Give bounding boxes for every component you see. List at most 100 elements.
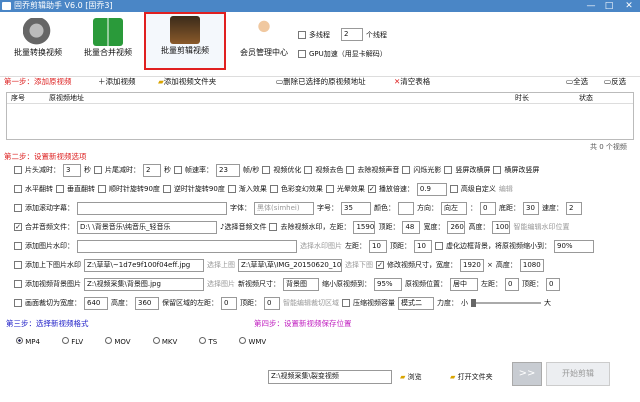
background-image-input[interactable]: Z:\视频采集\背景图.jpg (84, 277, 204, 291)
rotate-ccw-checkbox[interactable] (162, 185, 171, 193)
background-image-checkbox[interactable] (14, 280, 22, 288)
format-mp4-radio[interactable] (16, 337, 23, 344)
fade-in-checkbox[interactable] (227, 185, 236, 193)
add-folder-button[interactable]: ▰添加视频文件夹 (158, 77, 216, 87)
format-flv[interactable]: FLV (61, 337, 83, 346)
position-select[interactable]: 居中 (450, 277, 478, 291)
bg-left-input[interactable]: 0 (505, 277, 519, 291)
edit-button[interactable]: 编辑 (499, 184, 513, 194)
img-wm-left-input[interactable]: 10 (369, 239, 387, 253)
vflip-checkbox[interactable] (56, 185, 64, 193)
format-mp4[interactable]: MP4 (16, 337, 40, 346)
blur-scale-select[interactable]: 90% (554, 239, 594, 253)
vertical-to-horizontal-checkbox[interactable] (444, 166, 453, 174)
start-edit-button[interactable]: 开始剪辑 (546, 362, 610, 386)
framerate-input[interactable]: 23 (216, 163, 240, 177)
wm-left-input[interactable]: 1590 (353, 220, 376, 234)
bottom-input[interactable]: 30 (523, 201, 539, 215)
format-mkv-radio[interactable] (152, 337, 160, 344)
image-watermark-checkbox[interactable] (14, 242, 22, 250)
shrink-select[interactable]: 95% (374, 277, 402, 291)
framerate-checkbox[interactable] (174, 166, 182, 174)
wm-width-input[interactable]: 260 (447, 220, 466, 234)
horizontal-to-vertical-checkbox[interactable] (493, 166, 502, 174)
advanced-custom-checkbox[interactable] (449, 185, 458, 193)
decolor-checkbox[interactable] (304, 166, 313, 174)
compress-mode-select[interactable]: 模式二 (398, 296, 434, 310)
strength-slider[interactable] (471, 299, 541, 307)
resize-checkbox[interactable] (376, 261, 384, 269)
format-ts-radio[interactable] (199, 337, 207, 344)
flicker-checkbox[interactable] (402, 166, 411, 174)
optimize-checkbox[interactable] (262, 166, 271, 174)
gpu-option[interactable]: GPU加速（用显卡解码） (298, 49, 387, 59)
add-video-button[interactable]: ＋添加视频 (98, 77, 136, 87)
format-mkv[interactable]: MKV (152, 337, 177, 346)
batch-convert-button[interactable]: 批量转换视频 (2, 16, 74, 70)
maximize-button[interactable]: □ (600, 0, 618, 12)
select-all-button[interactable]: ▭全选 (566, 77, 588, 87)
audio-path-input[interactable]: D:\ \背景音乐\纯音乐_轻音乐 (77, 220, 217, 234)
format-flv-radio[interactable] (61, 337, 69, 344)
offset-input[interactable]: 0 (480, 201, 496, 215)
choose-bottom-button[interactable]: 选择下图 (345, 260, 373, 270)
batch-merge-button[interactable]: 批量合并视频 (72, 16, 144, 70)
speed-checkbox[interactable] (367, 185, 376, 193)
speed-select[interactable]: 0.9 (416, 182, 447, 196)
remove-watermark-checkbox[interactable] (269, 223, 278, 231)
top-image-input[interactable]: Z:\草草\~1d7e9f100f04eff.jpg (84, 258, 204, 272)
choose-watermark-button[interactable]: 选择水印图片 (300, 241, 342, 251)
wm-height-input[interactable]: 100 (492, 220, 511, 234)
invert-selection-button[interactable]: ▭反选 (604, 77, 626, 87)
choose-top-button[interactable]: 选择上图 (207, 260, 235, 270)
video-table[interactable]: 序号 原视频地址 时长 状态 (6, 92, 634, 140)
format-mov[interactable]: MOV (105, 337, 131, 346)
subtitle-input[interactable] (77, 201, 227, 215)
batch-edit-button[interactable]: 批量剪辑视频 (144, 12, 226, 70)
slider-thumb[interactable] (471, 299, 476, 307)
crop-width-input[interactable]: 640 (84, 296, 108, 310)
multithread-option[interactable]: 多线程 2 个线程 (298, 28, 387, 41)
format-wmv-radio[interactable] (239, 337, 247, 344)
img-wm-top-input[interactable]: 10 (414, 239, 432, 253)
minimize-button[interactable]: — (582, 0, 600, 12)
subtitle-checkbox[interactable] (14, 204, 22, 212)
keep-left-input[interactable]: 0 (221, 296, 237, 310)
image-watermark-input[interactable] (77, 239, 297, 253)
close-button[interactable]: ✕ (620, 0, 638, 12)
member-center-button[interactable]: 会员管理中心 (228, 16, 300, 70)
gpu-checkbox[interactable] (298, 50, 306, 58)
resize-height-input[interactable]: 1080 (519, 258, 544, 272)
choose-background-button[interactable]: 选择图片 (207, 279, 235, 289)
compress-checkbox[interactable] (342, 299, 350, 307)
cut-tail-input[interactable]: 2 (143, 163, 161, 177)
blur-border-checkbox[interactable] (435, 242, 443, 250)
bottom-image-input[interactable]: Z:\草草\草\IMG_20150620_104 (238, 258, 342, 272)
smart-watermark-button[interactable]: 智能编辑水印位置 (513, 222, 569, 232)
remove-selected-button[interactable]: ▭删除已选择的原视频地址 (276, 77, 366, 87)
format-mov-radio[interactable] (105, 337, 113, 344)
rotate-cw-checkbox[interactable] (98, 185, 106, 193)
multithread-checkbox[interactable] (298, 30, 306, 39)
topbottom-image-checkbox[interactable] (14, 261, 22, 269)
keep-top-input[interactable]: 0 (264, 296, 280, 310)
font-select[interactable]: 黑体(simhei) (254, 201, 314, 215)
cut-tail-checkbox[interactable] (94, 166, 102, 174)
cut-head-input[interactable]: 3 (63, 163, 81, 177)
color-effect-checkbox[interactable] (269, 185, 278, 193)
hflip-checkbox[interactable] (14, 185, 22, 193)
crop-height-input[interactable]: 360 (135, 296, 159, 310)
bg-top-input[interactable]: 0 (546, 277, 560, 291)
remove-audio-checkbox[interactable] (346, 166, 355, 174)
halo-effect-checkbox[interactable] (325, 185, 334, 193)
format-wmv[interactable]: WMV (239, 337, 266, 346)
open-folder-button[interactable]: ▰ 打开文件夹 (450, 372, 493, 382)
direction-select[interactable]: 向左 (441, 201, 467, 215)
smart-crop-button[interactable]: 智能编辑裁切区域 (283, 298, 339, 308)
color-swatch[interactable] (398, 201, 414, 215)
format-ts[interactable]: TS (199, 337, 217, 346)
size-select[interactable]: 35 (341, 201, 371, 215)
choose-audio-button[interactable]: ♪选择音频文件 (220, 222, 266, 232)
new-size-select[interactable]: 背景图 (283, 277, 319, 291)
browse-button[interactable]: ▰ 浏览 (400, 372, 422, 382)
